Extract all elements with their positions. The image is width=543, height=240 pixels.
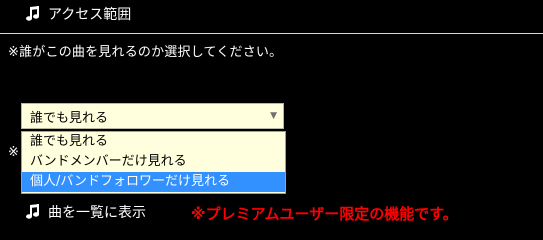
obscured-note-mark: ※ (8, 145, 19, 160)
access-range-title: アクセス範囲 (48, 7, 132, 23)
option-band-members-only[interactable]: バンドメンバーだけ見れる (22, 152, 285, 172)
access-range-dropdown: 誰でも見れる バンドメンバーだけ見れる 個人/バンドフォロワーだけ見れる (21, 131, 286, 194)
access-range-select[interactable]: 誰でも見れる ▼ (21, 103, 284, 129)
show-in-list-label: 曲を一覧に表示 (48, 205, 146, 221)
access-instruction: ※誰がこの曲を見れるのか選択してください。 (8, 45, 283, 60)
dropdown-arrow-icon[interactable]: ▼ (270, 111, 277, 121)
access-range-header: アクセス範囲 (26, 4, 131, 24)
music-note-icon (26, 6, 40, 22)
access-range-select-value: 誰でも見れる (30, 110, 109, 126)
show-in-list-row: 曲を一覧に表示 (26, 202, 146, 222)
option-everyone[interactable]: 誰でも見れる (22, 132, 285, 152)
music-note-icon (26, 204, 40, 220)
section-divider (0, 33, 543, 34)
premium-only-note: ※プレミアムユーザー限定の機能です。 (191, 205, 458, 223)
option-followers-only[interactable]: 個人/バンドフォロワーだけ見れる (22, 172, 285, 192)
